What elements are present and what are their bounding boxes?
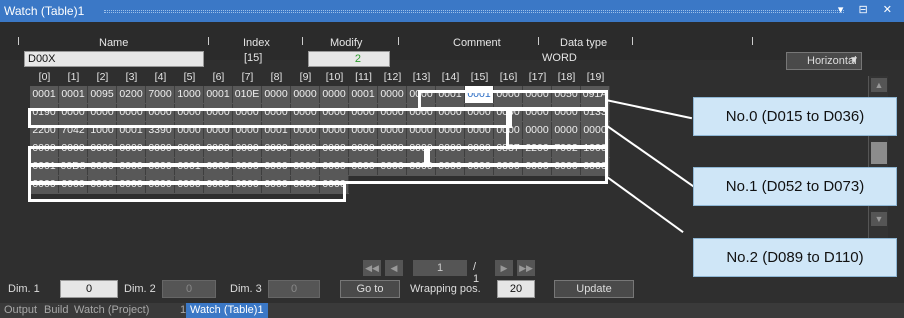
page-input[interactable]: 1 bbox=[413, 260, 467, 276]
callout-no0: No.0 (D015 to D036) bbox=[693, 97, 897, 136]
value-cell[interactable]: 0001 bbox=[30, 86, 59, 103]
title-drag-grip[interactable] bbox=[104, 10, 844, 13]
column-divider bbox=[208, 37, 209, 45]
callout-leader-no1 bbox=[604, 124, 702, 193]
dim1-input[interactable]: 0 bbox=[60, 280, 118, 298]
dim1-label: Dim. 1 bbox=[8, 283, 40, 295]
chevron-down-icon: ▼ bbox=[849, 55, 859, 66]
range-box-no1-end bbox=[28, 146, 430, 166]
wrapping-pos-label: Wrapping pos. bbox=[410, 283, 481, 295]
column-header-area: Name Index Modify Comment Data type D00X… bbox=[0, 22, 904, 67]
range-box-no2-start bbox=[424, 146, 608, 166]
bottom-controls: Dim. 1 0 Dim. 2 0 Dim. 3 0 Go to Wrappin… bbox=[0, 277, 904, 303]
scroll-up-icon[interactable]: ▲ bbox=[871, 78, 887, 92]
value-cell[interactable]: 0095 bbox=[88, 86, 117, 103]
go-to-button[interactable]: Go to bbox=[340, 280, 400, 298]
column-divider bbox=[632, 37, 633, 45]
dim3-input: 0 bbox=[268, 280, 320, 298]
last-page-icon[interactable]: ▶▶ bbox=[517, 260, 535, 276]
index-header: [11] bbox=[355, 71, 372, 83]
data-type-value: WORD bbox=[542, 52, 577, 64]
scroll-thumb[interactable] bbox=[871, 142, 887, 164]
prev-page-icon[interactable]: ◀ bbox=[385, 260, 403, 276]
column-index: Index bbox=[243, 37, 270, 49]
next-page-icon[interactable]: ▶ bbox=[495, 260, 513, 276]
value-cell[interactable]: 010E bbox=[233, 86, 262, 103]
range-box-no0-start bbox=[418, 90, 608, 110]
watch-table-window: Watch (Table)1 ▾ ⊟ ✕ Name Index Modify C… bbox=[0, 0, 904, 318]
column-comment: Comment bbox=[453, 37, 501, 49]
index-header: [12] bbox=[383, 71, 402, 83]
range-box-no1-start bbox=[506, 108, 608, 148]
index-value: [15] bbox=[244, 52, 263, 64]
value-cell[interactable]: 0001 bbox=[349, 86, 378, 103]
column-divider bbox=[18, 37, 19, 45]
wrapping-pos-input[interactable]: 20 bbox=[497, 280, 535, 298]
index-header: [6] bbox=[212, 71, 225, 83]
tab-item[interactable]: Build bbox=[40, 303, 72, 318]
callout-leader-no2 bbox=[604, 175, 684, 234]
callout-no2: No.2 (D089 to D110) bbox=[693, 238, 897, 277]
range-box-no2-mid bbox=[28, 164, 608, 184]
index-header: [15] bbox=[470, 71, 489, 83]
name-field[interactable]: D00X bbox=[24, 51, 204, 67]
index-header: [7] bbox=[241, 71, 254, 83]
callout-leader-no0 bbox=[605, 99, 693, 120]
range-box-no0-end bbox=[28, 108, 512, 128]
index-header: [18] bbox=[557, 71, 576, 83]
index-header: [10] bbox=[325, 71, 344, 83]
column-name: Name bbox=[99, 37, 129, 49]
index-header: [17] bbox=[528, 71, 547, 83]
value-cell[interactable]: 1000 bbox=[175, 86, 204, 103]
tab-item[interactable]: Output bbox=[0, 303, 41, 318]
range-box-no2-end bbox=[28, 182, 346, 202]
value-cell[interactable]: 0001 bbox=[204, 86, 233, 103]
value-cell[interactable]: 0200 bbox=[117, 86, 146, 103]
tab-item[interactable]: Watch (Project) bbox=[70, 303, 153, 318]
value-cell[interactable]: 0000 bbox=[320, 86, 349, 103]
index-header: [0] bbox=[38, 71, 51, 83]
bottom-tab-strip: Output Build Watch (Project) 1 Watch (Table)… bbox=[0, 303, 904, 318]
title-bar: Watch (Table)1 ▾ ⊟ ✕ bbox=[0, 0, 904, 22]
column-data-type: Data type bbox=[560, 37, 608, 49]
index-header: [2] bbox=[96, 71, 109, 83]
column-modify: Modify bbox=[330, 37, 363, 49]
dim2-input: 0 bbox=[162, 280, 216, 298]
column-divider bbox=[398, 37, 399, 45]
index-header: [5] bbox=[183, 71, 196, 83]
dim3-label: Dim. 3 bbox=[230, 283, 262, 295]
index-header: [1] bbox=[67, 71, 80, 83]
modify-field[interactable]: 2 bbox=[308, 51, 390, 67]
window-title: Watch (Table)1 bbox=[4, 4, 85, 18]
index-header: [9] bbox=[299, 71, 312, 83]
column-divider bbox=[752, 37, 753, 45]
value-cell[interactable]: 7000 bbox=[146, 86, 175, 103]
first-page-icon[interactable]: ◀◀ bbox=[363, 260, 381, 276]
index-header: [14] bbox=[441, 71, 460, 83]
index-header: [19] bbox=[586, 71, 605, 83]
window-control-icons[interactable]: ▾ ⊟ ✕ bbox=[838, 3, 898, 16]
tab-item[interactable]: Watch (Table)1 bbox=[186, 303, 268, 318]
index-header: [13] bbox=[412, 71, 431, 83]
index-header: [4] bbox=[154, 71, 167, 83]
value-cell[interactable]: 0001 bbox=[59, 86, 88, 103]
dim2-label: Dim. 2 bbox=[124, 283, 156, 295]
column-divider bbox=[538, 37, 539, 45]
index-header: [16] bbox=[499, 71, 518, 83]
callout-no1: No.1 (D052 to D073) bbox=[693, 167, 897, 206]
update-button[interactable]: Update bbox=[554, 280, 634, 298]
index-header: [8] bbox=[270, 71, 283, 83]
value-cell[interactable]: 0000 bbox=[291, 86, 320, 103]
scroll-down-icon[interactable]: ▼ bbox=[871, 212, 887, 226]
index-header: [3] bbox=[125, 71, 138, 83]
column-divider bbox=[302, 37, 303, 45]
orientation-dropdown[interactable]: Horizontal ▼ bbox=[786, 52, 862, 70]
value-cell[interactable]: 0000 bbox=[378, 86, 407, 103]
value-cell[interactable]: 0000 bbox=[262, 86, 291, 103]
